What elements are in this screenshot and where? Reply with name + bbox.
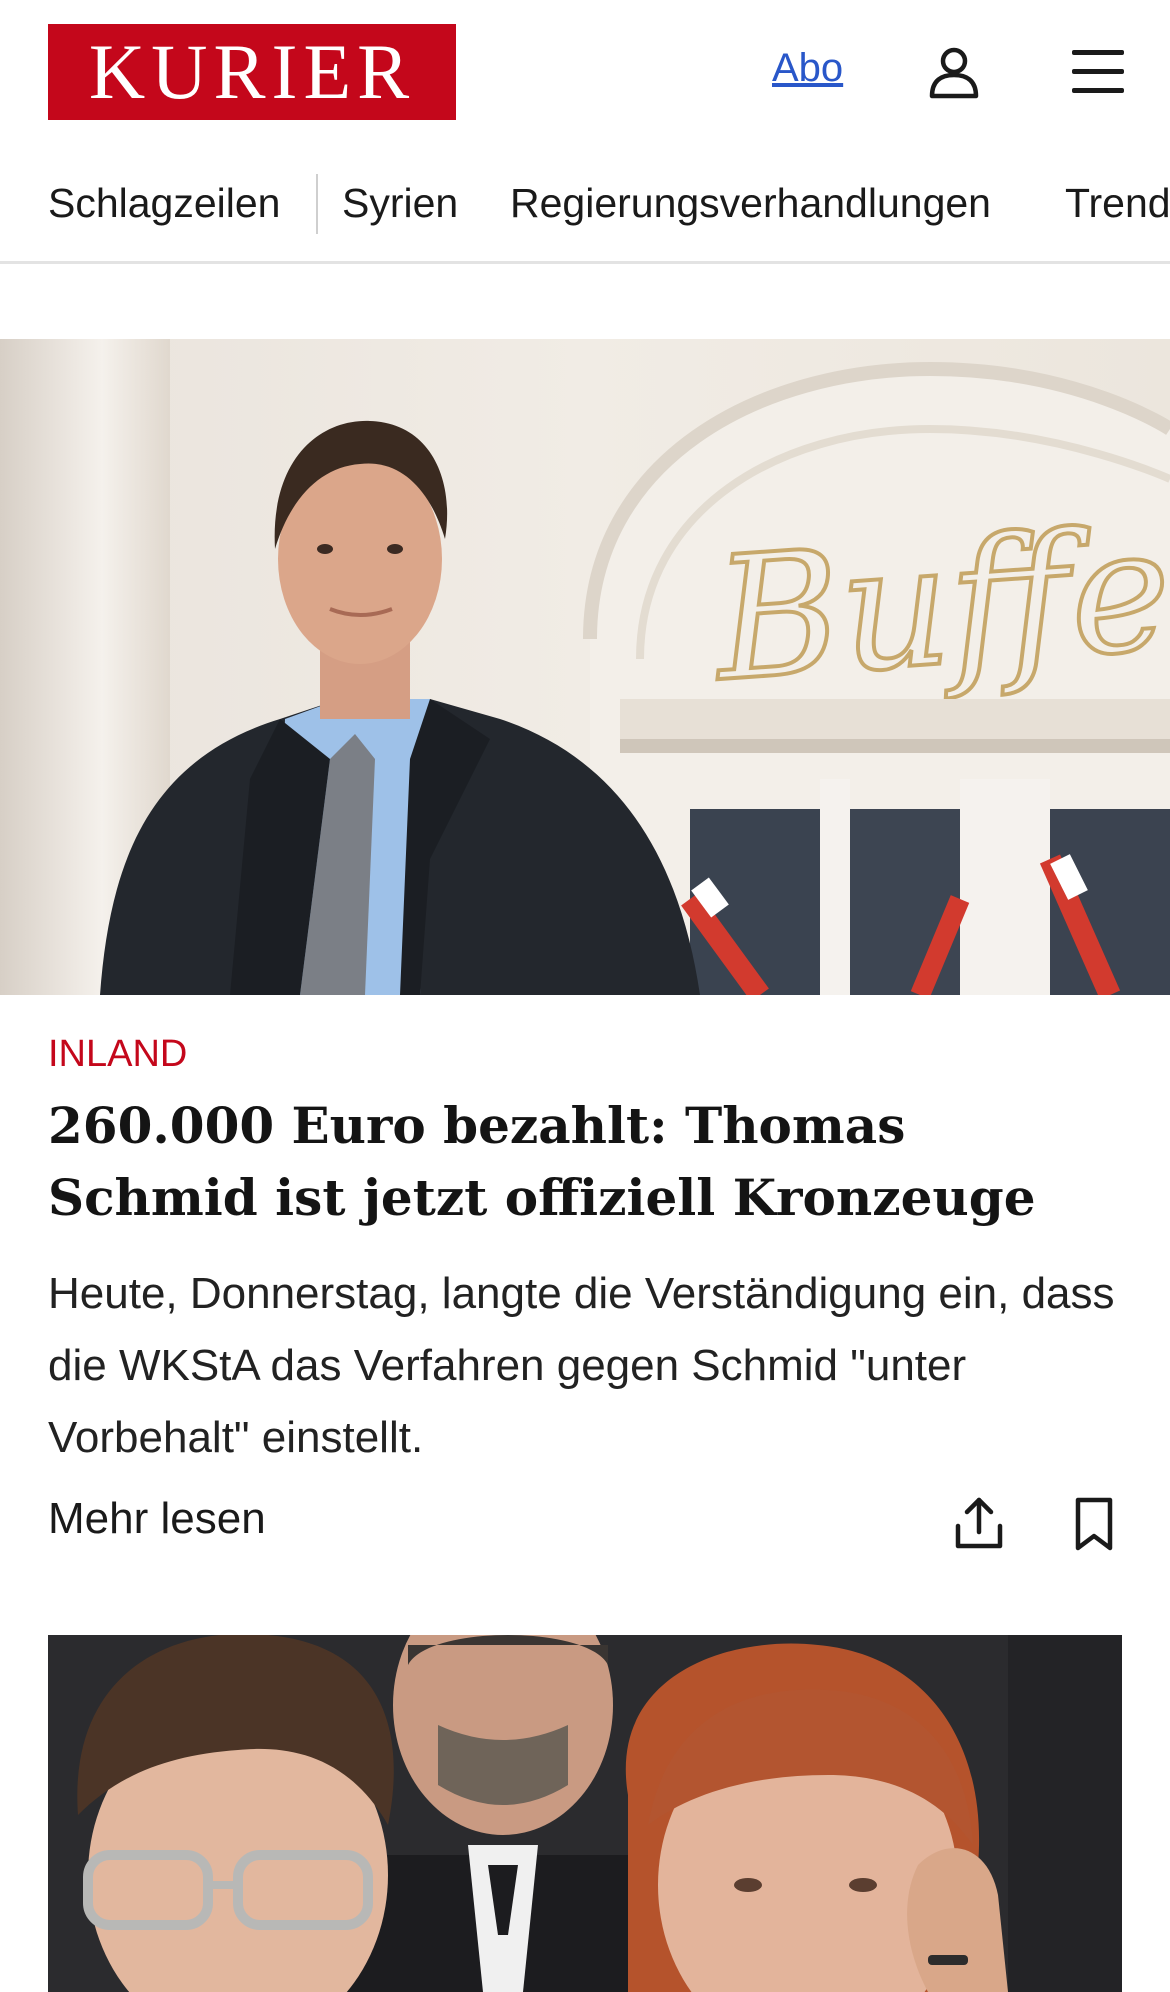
topic-nav: Schlagzeilen Syrien Regierungsverhandlun…: [0, 160, 1170, 264]
article-teaser: Heute, Donnerstag, langte die Verständig…: [48, 1269, 1115, 1462]
share-icon[interactable]: [950, 1494, 1008, 1552]
account-icon[interactable]: [926, 44, 982, 100]
nav-item-syrien[interactable]: Syrien: [342, 180, 458, 227]
nav-divider: [316, 174, 318, 234]
article-hero-image[interactable]: Buffet: [0, 339, 1170, 995]
menu-icon[interactable]: [1070, 46, 1126, 98]
kurier-logo[interactable]: KURIER: [48, 24, 456, 120]
article-headline[interactable]: 260.000 Euro bezahlt: Thomas Schmid ist …: [48, 1090, 1128, 1234]
site-header: KURIER Abo: [0, 0, 1170, 145]
article-category[interactable]: INLAND: [48, 1033, 187, 1076]
second-article-image[interactable]: [48, 1635, 1122, 1992]
read-more-link[interactable]: Mehr lesen: [48, 1494, 266, 1544]
buffet-sign-text: Buffet: [706, 486, 1170, 720]
nav-item-regierungsverhandlungen[interactable]: Regierungsverhandlungen: [510, 180, 991, 227]
page: KURIER Abo Schlagzeilen Syrien Regierung…: [0, 0, 1170, 1992]
nav-item-trend[interactable]: Trend: [1065, 180, 1170, 227]
abo-link[interactable]: Abo: [772, 46, 843, 91]
nav-item-schlagzeilen[interactable]: Schlagzeilen: [48, 180, 281, 227]
bookmark-icon[interactable]: [1070, 1496, 1118, 1552]
